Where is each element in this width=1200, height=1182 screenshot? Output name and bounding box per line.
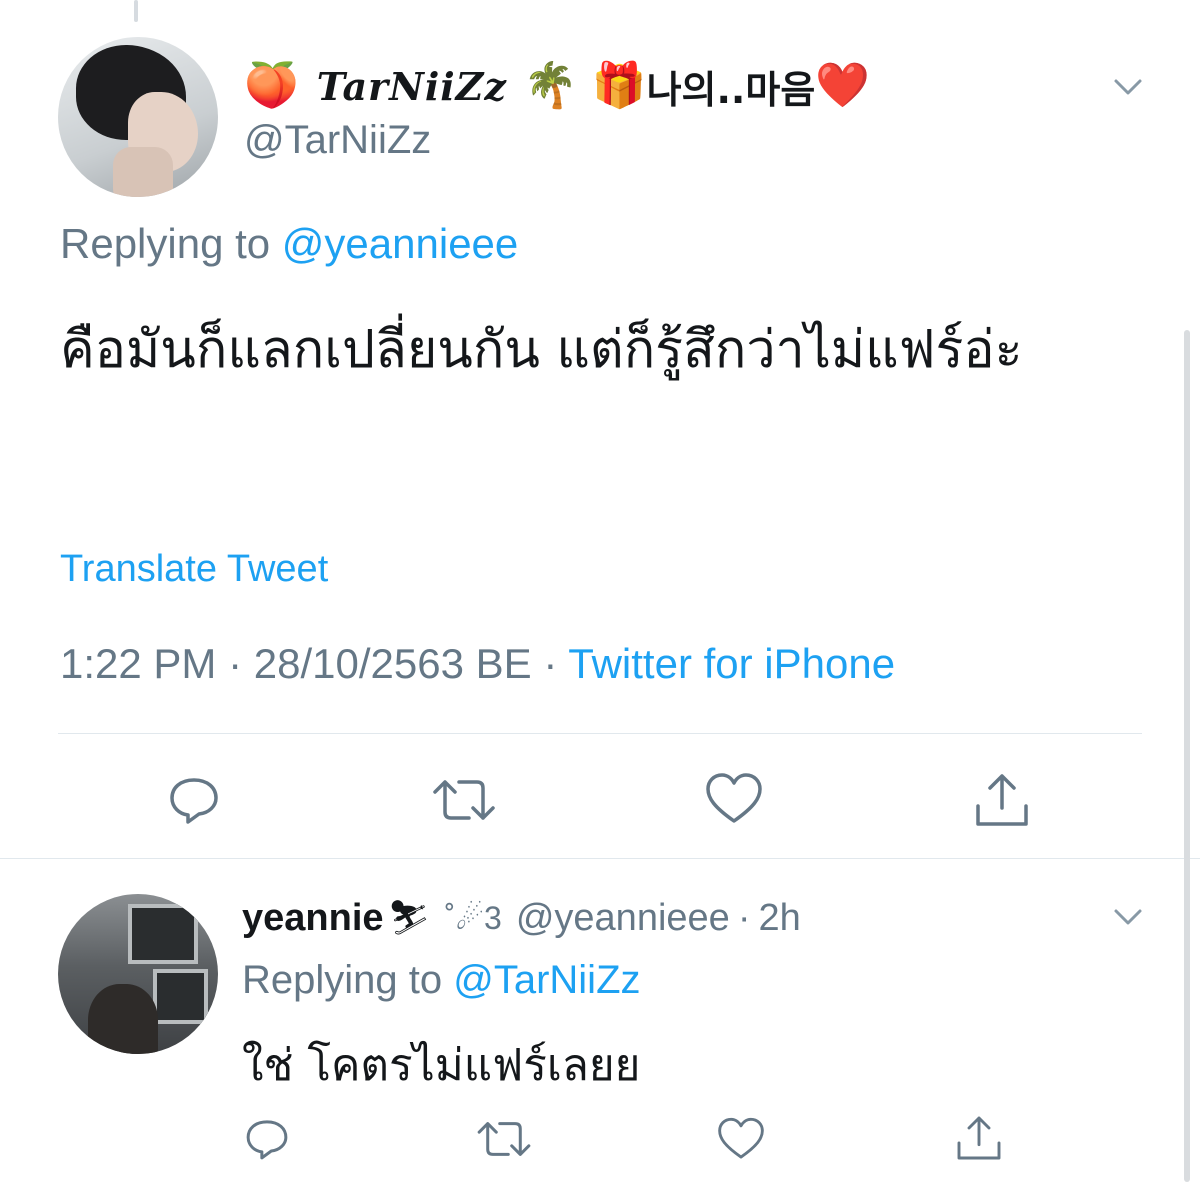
replying-prefix: Replying to: [242, 958, 454, 1002]
meta-separator: ·: [228, 640, 243, 687]
display-name: TarNiiZz: [316, 63, 508, 109]
retweet-button[interactable]: [473, 1112, 535, 1166]
tweet-time: 1:22 PM: [60, 640, 217, 687]
like-button[interactable]: [703, 768, 765, 830]
retweet-button[interactable]: [428, 770, 500, 830]
avatar-neck: [113, 147, 173, 197]
avatar-window: [153, 969, 208, 1024]
retweet-icon: [433, 780, 495, 820]
avatar[interactable]: [58, 37, 218, 197]
display-name[interactable]: yeannie: [242, 897, 384, 940]
reply-icon: [246, 1120, 288, 1160]
divider: [58, 733, 1142, 734]
meta-separator: ·: [737, 896, 751, 939]
skier-emoji: ⛷: [387, 899, 431, 937]
like-button[interactable]: [714, 1112, 768, 1166]
peach-emoji: 🍑: [244, 60, 299, 111]
reply-button[interactable]: [240, 1112, 294, 1166]
tweet-source-link[interactable]: Twitter for iPhone: [568, 640, 895, 687]
name-decoration: ˚☄︎3: [444, 900, 502, 936]
tweet-text: ใช่ โคตรไม่แฟร์เลยย: [242, 1040, 641, 1091]
tweet-age[interactable]: 2h: [758, 897, 800, 940]
replying-to: Replying to @TarNiiZz: [242, 958, 641, 1003]
tweet-text: คือมันก็แลกเปลี่ยนกัน แต่ก็รู้สึกว่าไม่แ…: [60, 320, 1023, 380]
user-handle[interactable]: @TarNiiZz: [244, 118, 431, 163]
meta-separator: ·: [543, 640, 558, 687]
palm-gift-emoji: 🌴 🎁: [523, 60, 647, 111]
share-button[interactable]: [970, 768, 1034, 832]
display-name-row[interactable]: 🍑 TarNiiZz 🌴 🎁 나의..마음 ❤️: [244, 55, 870, 117]
replying-to-link[interactable]: @yeannieee: [282, 220, 518, 267]
retweet-icon: [477, 1122, 531, 1156]
replying-prefix: Replying to: [60, 220, 282, 267]
like-icon: [718, 1117, 764, 1159]
reply-header: yeannie ⛷ ˚☄︎3 @yeannieee · 2h: [242, 893, 801, 943]
share-icon: [976, 774, 1028, 826]
share-button[interactable]: [952, 1110, 1006, 1166]
user-handle[interactable]: @yeannieee: [516, 897, 730, 940]
replying-to-link[interactable]: @TarNiiZz: [453, 958, 640, 1002]
scrollbar[interactable]: [1184, 330, 1190, 1182]
like-icon: [706, 773, 762, 823]
translate-tweet-link[interactable]: Translate Tweet: [60, 548, 328, 591]
heart-emoji: ❤️: [815, 60, 871, 111]
thread-connector-line: [134, 0, 138, 22]
reply-button[interactable]: [162, 770, 226, 830]
replying-to: Replying to @yeannieee: [60, 220, 518, 268]
share-icon: [957, 1116, 1001, 1160]
avatar-window: [128, 904, 198, 964]
tweet-date: 28/10/2563 BE: [253, 640, 532, 687]
avatar-person: [88, 984, 158, 1054]
chevron-down-icon[interactable]: [1113, 72, 1143, 102]
reply-icon: [170, 778, 218, 824]
display-name-korean: 나의..마음: [646, 67, 816, 112]
chevron-down-icon[interactable]: [1113, 902, 1143, 932]
tweet-meta: 1:22 PM · 28/10/2563 BE · Twitter for iP…: [60, 640, 895, 688]
avatar[interactable]: [58, 894, 218, 1054]
divider: [0, 858, 1200, 859]
